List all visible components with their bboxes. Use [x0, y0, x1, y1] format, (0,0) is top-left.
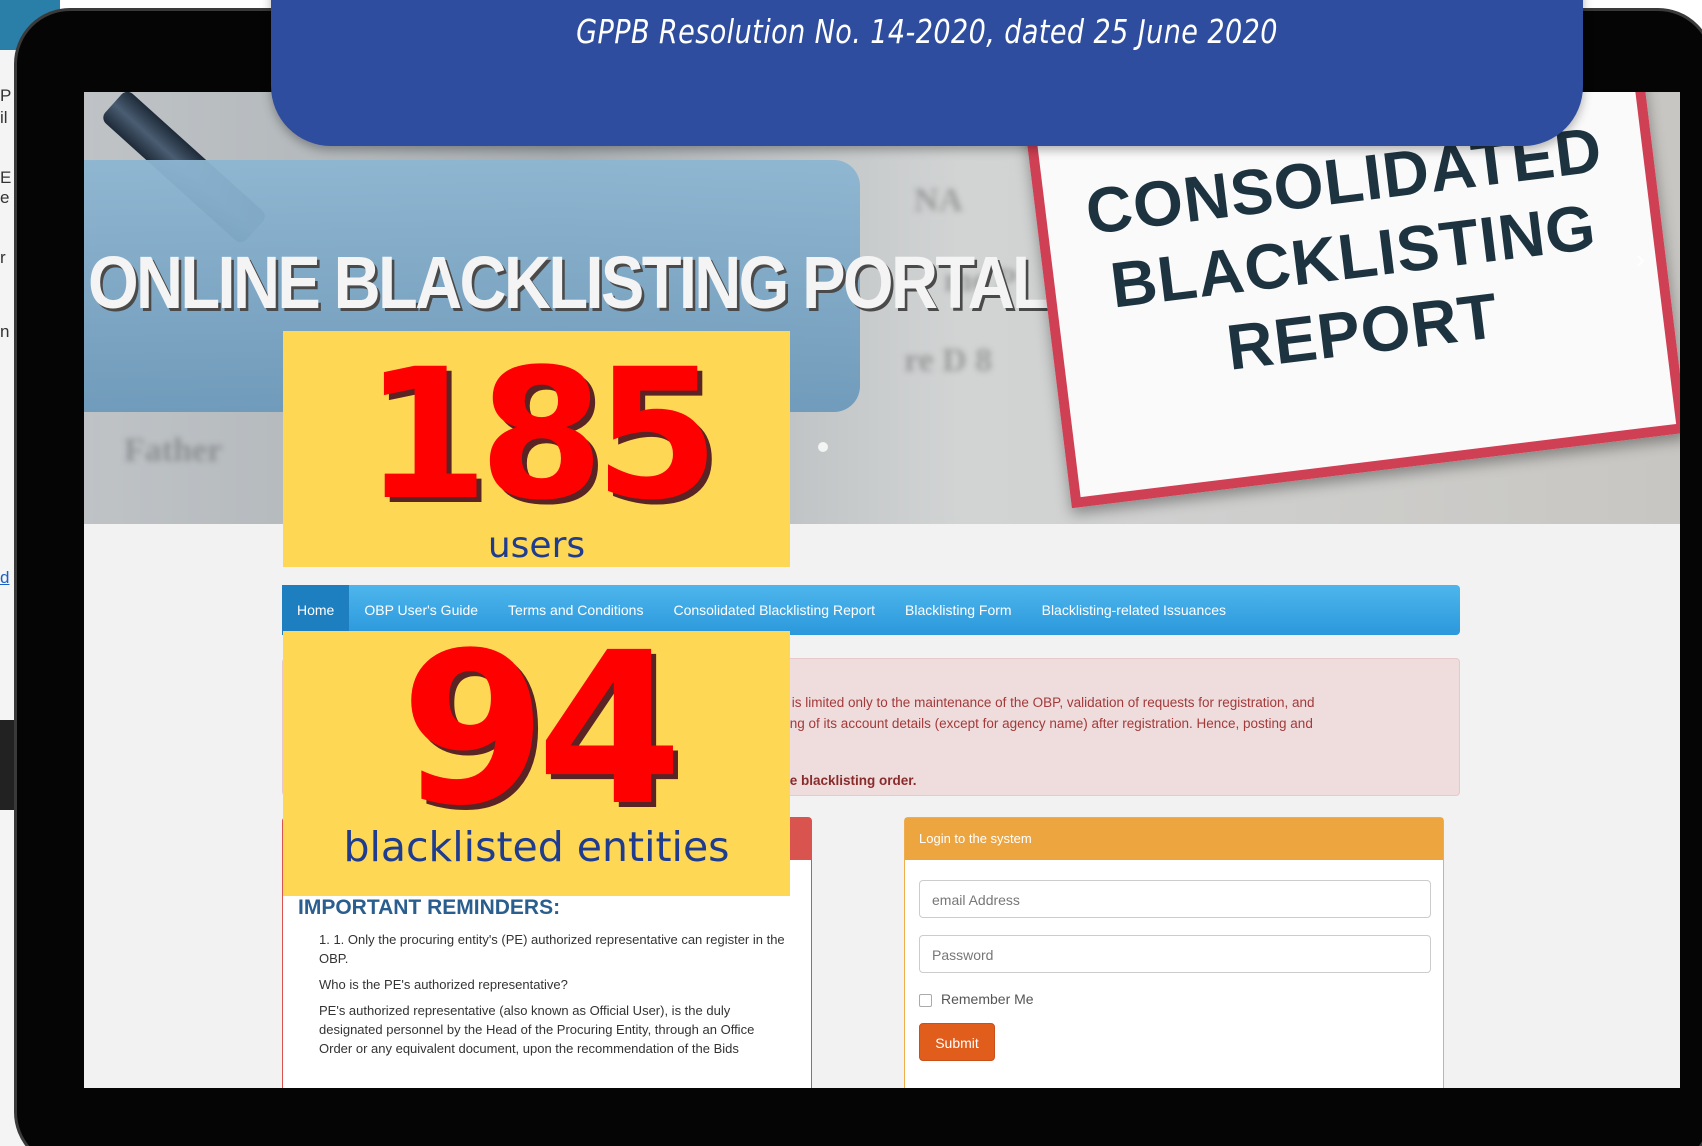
users-count: 185 [363, 331, 720, 540]
remember-me-checkbox[interactable] [919, 994, 932, 1007]
resolution-subtitle: GPPB Resolution No. 14-2020, dated 25 Ju… [576, 12, 1278, 51]
reminder-answer: PE's authorized representative (also kno… [319, 1003, 755, 1056]
background-link: d [0, 568, 10, 587]
nav-blacklisting-form[interactable]: Blacklisting Form [890, 585, 1027, 635]
reminder-item: 1. 1. Only the procuring entity's (PE) a… [319, 932, 785, 966]
alert-line: updating of its account details (except … [753, 716, 1313, 731]
reminder-question: Who is the PE's authorized representativ… [319, 977, 568, 992]
remember-me-label: Remember Me [941, 991, 1034, 1007]
submit-button[interactable]: Submit [919, 1023, 995, 1061]
login-header: Login to the system [905, 818, 1443, 860]
users-stat-card: 185 users [283, 331, 790, 567]
entities-stat-card: 94 blacklisted entities [283, 625, 790, 896]
entities-count: 94 [400, 607, 682, 852]
users-label: users [487, 525, 586, 566]
resolution-banner: GPPB Resolution No. 14-2020, dated 25 Ju… [271, 0, 1583, 146]
reminders-title: IMPORTANT REMINDERS: [298, 896, 561, 919]
portal-title: ONLINE BLACKLISTING PORTAL [88, 241, 1052, 324]
alert-line: Office is limited only to the maintenanc… [753, 695, 1315, 710]
laptop-frame: NA me P re D 8 Father ONLINE BLACKLISTIN… [14, 8, 1702, 1146]
login-panel: Login to the system email Address Passwo… [904, 817, 1444, 1088]
password-field[interactable]: Password [919, 935, 1431, 973]
carousel-indicator[interactable] [818, 442, 828, 452]
sign-text: CONSOLIDATED BLACKLISTING REPORT [1081, 113, 1607, 384]
reminder-list: 1. 1. Only the procuring entity's (PE) a… [319, 930, 789, 1065]
browser-screen: NA me P re D 8 Father ONLINE BLACKLISTIN… [84, 92, 1680, 1088]
stage: P il E e r n d NA me P re D 8 Father ONL… [0, 0, 1702, 1146]
nav-issuances[interactable]: Blacklisting-related Issuances [1027, 585, 1241, 635]
entities-label: blacklisted entities [343, 823, 730, 871]
carousel-next-icon[interactable]: › [1636, 244, 1645, 275]
email-field[interactable]: email Address [919, 880, 1431, 918]
report-sign: CONSOLIDATED BLACKLISTING REPORT [1020, 92, 1680, 509]
